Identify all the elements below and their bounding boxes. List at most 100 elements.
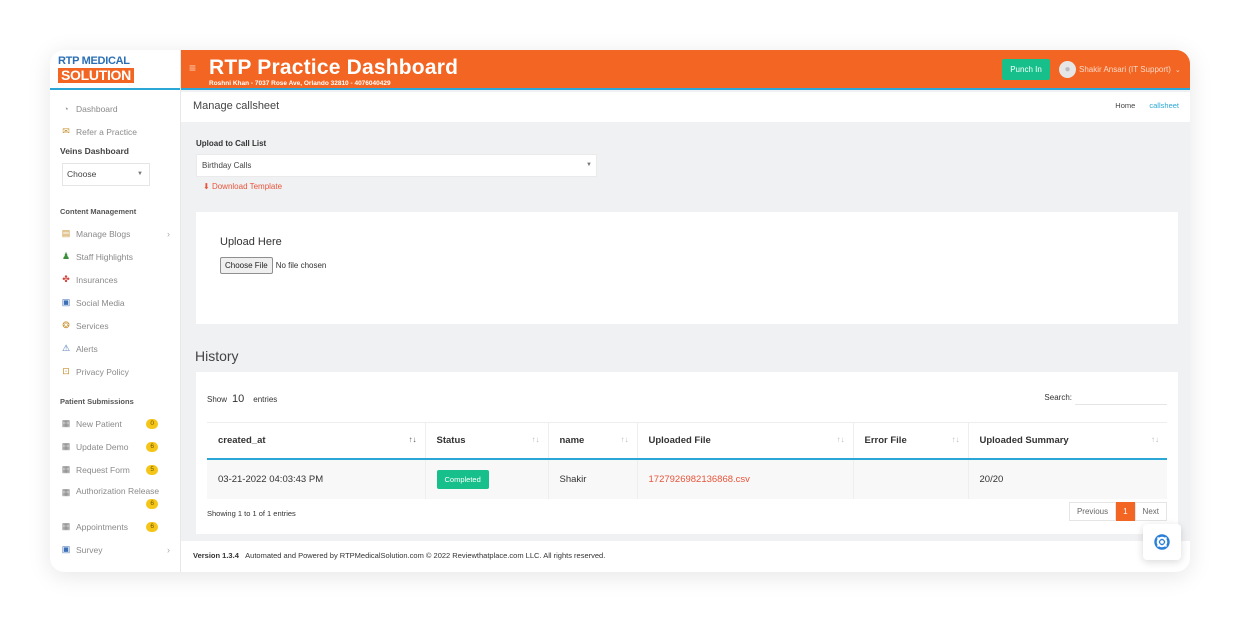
entries-length: Show 10 entries (207, 393, 277, 405)
sidebar-item-staff-highlights[interactable]: ♟ Staff Highlights (50, 245, 180, 268)
sidebar-item-refer[interactable]: ✉ Refer a Practice (50, 120, 180, 143)
download-template-link[interactable]: ⬇ Download Template (203, 182, 282, 191)
history-card: Show 10 entries Search: created_at ↑↓ Sta… (196, 372, 1178, 534)
sidebar-item-insurances[interactable]: ✤ Insurances (50, 268, 180, 291)
sidebar-item-authorization-release[interactable]: ▦ Authorization Release 6 (50, 481, 180, 515)
veins-select[interactable]: Choose ▼ (62, 163, 150, 186)
sidebar-item-update-demo[interactable]: ▦ Update Demo 6 (50, 435, 180, 458)
count-badge: 5 (146, 464, 158, 475)
column-header-created-at[interactable]: created_at ↑↓ (207, 422, 426, 460)
avatar: ● (1059, 61, 1076, 78)
pagination: Previous 1 Next (1068, 502, 1167, 521)
sidebar-item-manage-blogs[interactable]: ▤ Manage Blogs › (50, 222, 180, 245)
upload-here-heading: Upload Here (220, 236, 282, 248)
column-header-name[interactable]: name ↑↓ (548, 422, 638, 460)
column-header-uploaded-file[interactable]: Uploaded File ↑↓ (637, 422, 854, 460)
entries-label: entries (253, 394, 278, 404)
cell-status: Completed (425, 458, 549, 499)
page-1-button[interactable]: 1 (1116, 502, 1135, 521)
request-form-icon: ▦ (61, 464, 71, 474)
sidebar-item-label: Privacy Policy (76, 366, 129, 377)
choose-file-button[interactable]: Choose File (220, 257, 273, 274)
punch-in-button[interactable]: Punch In (1002, 59, 1050, 80)
sidebar-item-label: Services (76, 320, 109, 331)
call-list-select[interactable]: Birthday Calls ▼ (196, 154, 597, 177)
sidebar-item-label: New Patient (76, 418, 122, 429)
sidebar-item-appointments[interactable]: ▦ Appointments 6 (50, 515, 180, 538)
services-icon: ❂ (62, 320, 70, 330)
sidebar-item-label: Alerts (76, 343, 98, 354)
dashboard-title: RTP Practice Dashboard (209, 56, 459, 79)
blog-icon: ▤ (61, 228, 71, 238)
hamburger-menu-icon[interactable]: ≡ (189, 61, 196, 75)
history-table: created_at ↑↓ Status ↑↓ name ↑↓ Uploaded Fi… (207, 422, 1167, 499)
sidebar-item-label: Staff Highlights (76, 251, 134, 262)
version-text: Version 1.3.4 (193, 551, 239, 560)
upload-to-call-list-label: Upload to Call List (196, 139, 267, 148)
cell-uploaded-summary: 20/20 (968, 458, 1167, 499)
sort-icon: ↑↓ (408, 435, 417, 444)
download-icon: ⬇ (203, 182, 210, 191)
next-button[interactable]: Next (1134, 502, 1167, 521)
app-window: RTP MEDICAL SOLUTION ◔ Dashboard ✉ Refer… (50, 50, 1190, 572)
sidebar-item-request-form[interactable]: ▦ Request Form 5 (50, 458, 180, 481)
sidebar-item-dashboard[interactable]: ◔ Dashboard (50, 97, 180, 120)
previous-button[interactable]: Previous (1068, 502, 1117, 521)
main-content: Manage callsheet Home callsheet Upload t… (181, 92, 1190, 572)
sidebar-item-label: Insurances (76, 274, 118, 285)
cell-error-file (853, 458, 969, 499)
sidebar: RTP MEDICAL SOLUTION ◔ Dashboard ✉ Refer… (50, 50, 181, 572)
sort-icon: ↑↓ (531, 435, 540, 444)
sort-icon: ↑↓ (836, 435, 845, 444)
show-label: Show (207, 394, 228, 404)
file-input[interactable]: Choose File No file chosen (220, 257, 326, 274)
entries-select[interactable]: 10 (232, 393, 244, 405)
column-header-error-file[interactable]: Error File ↑↓ (853, 422, 969, 460)
table-row: 03-21-2022 04:03:43 PM Completed Shakir … (207, 458, 1167, 499)
column-header-uploaded-summary[interactable]: Uploaded Summary ↑↓ (968, 422, 1167, 460)
table-search: Search: (1044, 389, 1167, 405)
cell-name: Shakir (548, 458, 638, 499)
search-label: Search: (1044, 392, 1072, 402)
column-header-status[interactable]: Status ↑↓ (425, 422, 549, 460)
top-header: ≡ RTP Practice Dashboard Roshni Khan - 7… (181, 50, 1190, 90)
help-widget-button[interactable] (1143, 524, 1181, 560)
cell-created-at: 03-21-2022 04:03:43 PM (207, 458, 426, 499)
veins-dashboard-title: Veins Dashboard (60, 146, 129, 156)
sidebar-item-privacy-policy[interactable]: ⊡ Privacy Policy (50, 360, 180, 383)
sidebar-item-social-media[interactable]: ▣ Social Media (50, 291, 180, 314)
count-badge: 6 (146, 499, 158, 509)
sidebar-item-alerts[interactable]: ⚠ Alerts (50, 337, 180, 360)
search-input[interactable] (1075, 389, 1167, 405)
sidebar-item-new-patient[interactable]: ▦ New Patient 0 (50, 412, 180, 435)
uploaded-file-link[interactable]: 1727926982136868.csv (649, 474, 750, 485)
logo[interactable]: RTP MEDICAL SOLUTION (50, 50, 180, 90)
sidebar-item-services[interactable]: ❂ Services (50, 314, 180, 337)
survey-icon: ▣ (61, 544, 71, 554)
breadcrumb: Home callsheet (1115, 101, 1179, 110)
chevron-down-icon: ⌄ (1174, 66, 1181, 74)
social-icon: ▣ (61, 297, 71, 307)
chevron-right-icon: › (167, 228, 170, 239)
sidebar-item-label: Dashboard (76, 103, 118, 114)
column-label: Error File (864, 434, 907, 446)
veins-select-value: Choose (67, 169, 97, 179)
breadcrumb-home[interactable]: Home (1115, 101, 1135, 110)
content-management-title: Content Management (60, 207, 137, 216)
user-menu[interactable]: ● Shakir Ansari (IT Support) ⌄ (1059, 61, 1181, 78)
practice-address: Roshni Khan - 7037 Rose Ave, Orlando 328… (209, 80, 391, 87)
sort-icon: ↑↓ (1151, 435, 1159, 444)
authorization-icon: ▦ (61, 486, 71, 497)
chevron-down-icon: ▼ (137, 171, 143, 177)
sort-icon: ↑↓ (620, 435, 629, 444)
sidebar-item-survey[interactable]: ▣ Survey › (50, 538, 180, 561)
sidebar-nav: ◔ Dashboard ✉ Refer a Practice Veins Das… (50, 90, 180, 561)
sidebar-item-label: Manage Blogs (76, 228, 131, 239)
update-demo-icon: ▦ (61, 441, 71, 451)
chevron-down-icon: ▼ (586, 162, 592, 168)
count-badge: 6 (146, 521, 158, 532)
cell-uploaded-file: 1727926982136868.csv (637, 458, 854, 499)
lifebuoy-icon (1154, 534, 1170, 550)
status-badge: Completed (436, 469, 489, 489)
logo-line2: SOLUTION (58, 68, 134, 83)
